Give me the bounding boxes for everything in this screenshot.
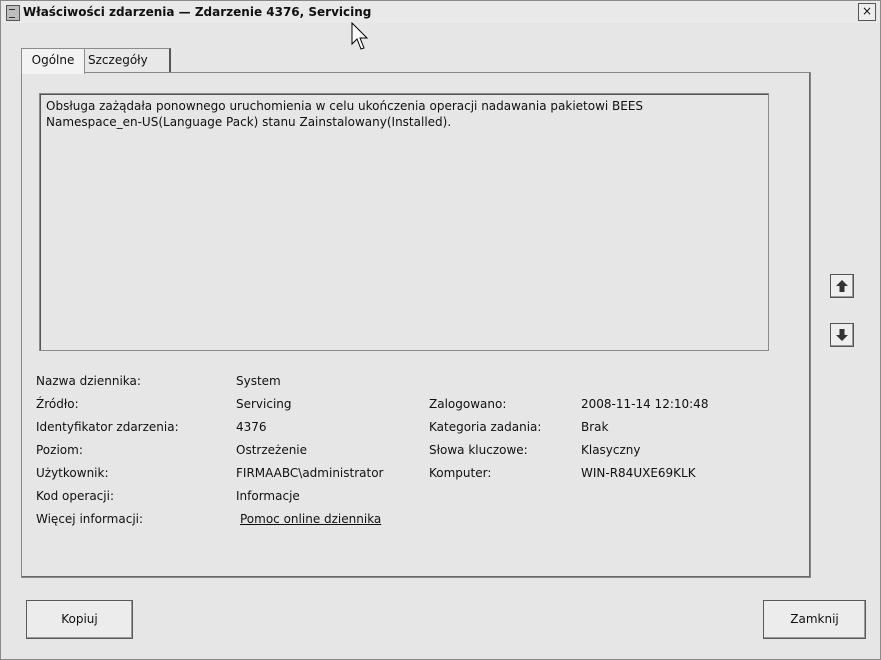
general-tab-panel: Obsługa zażądała ponownego uruchomienia … — [21, 72, 811, 578]
next-event-button[interactable] — [830, 323, 854, 347]
keywords-value[interactable]: Klasyczny — [581, 443, 641, 457]
event-id-label: Identyfikator zdarzenia: — [36, 420, 179, 434]
event-id-value[interactable]: 4376 — [236, 420, 267, 434]
user-value[interactable]: FIRMAABC\administrator — [236, 466, 384, 480]
previous-event-button[interactable] — [830, 274, 854, 298]
event-properties-window: Właściwości zdarzenia — Zdarzenie 4376, … — [0, 0, 881, 660]
event-description[interactable]: Obsługa zażądała ponownego uruchomienia … — [39, 93, 769, 351]
computer-value[interactable]: WIN-R84UXE69KLK — [581, 466, 696, 480]
tab-details[interactable]: Szczegóły — [84, 48, 171, 73]
level-value[interactable]: Ostrzeżenie — [236, 443, 307, 457]
close-window-button[interactable]: × — [858, 3, 876, 21]
opcode-value[interactable]: Informacje — [236, 489, 300, 503]
task-category-label: Kategoria zadania: — [429, 420, 542, 434]
arrow-up-icon — [836, 280, 848, 292]
title-bar[interactable]: Właściwości zdarzenia — Zdarzenie 4376, … — [1, 1, 880, 23]
source-label: Źródło: — [36, 397, 79, 411]
window-title: Właściwości zdarzenia — Zdarzenie 4376, … — [23, 5, 372, 19]
opcode-label: Kod operacji: — [36, 489, 114, 503]
logged-label: Zalogowano: — [429, 397, 507, 411]
more-info-label: Więcej informacji: — [36, 512, 144, 526]
logged-value[interactable]: 2008-11-14 12:10:48 — [581, 397, 708, 411]
task-category-value[interactable]: Brak — [581, 420, 608, 434]
close-button[interactable]: Zamknij — [763, 600, 866, 639]
copy-button[interactable]: Kopiuj — [26, 600, 133, 639]
user-label: Użytkownik: — [36, 466, 109, 480]
tab-general[interactable]: Ogólne — [21, 48, 85, 74]
level-label: Poziom: — [36, 443, 83, 457]
log-name-label: Nazwa dziennika: — [36, 374, 141, 388]
arrow-down-icon — [836, 329, 848, 341]
source-value[interactable]: Servicing — [236, 397, 292, 411]
event-log-online-help-link[interactable]: Pomoc online dziennika — [240, 512, 381, 526]
log-name-value[interactable]: System — [236, 374, 281, 388]
event-viewer-icon — [6, 5, 20, 21]
mouse-cursor-icon — [351, 22, 369, 50]
computer-label: Komputer: — [429, 466, 492, 480]
keywords-label: Słowa kluczowe: — [429, 443, 528, 457]
